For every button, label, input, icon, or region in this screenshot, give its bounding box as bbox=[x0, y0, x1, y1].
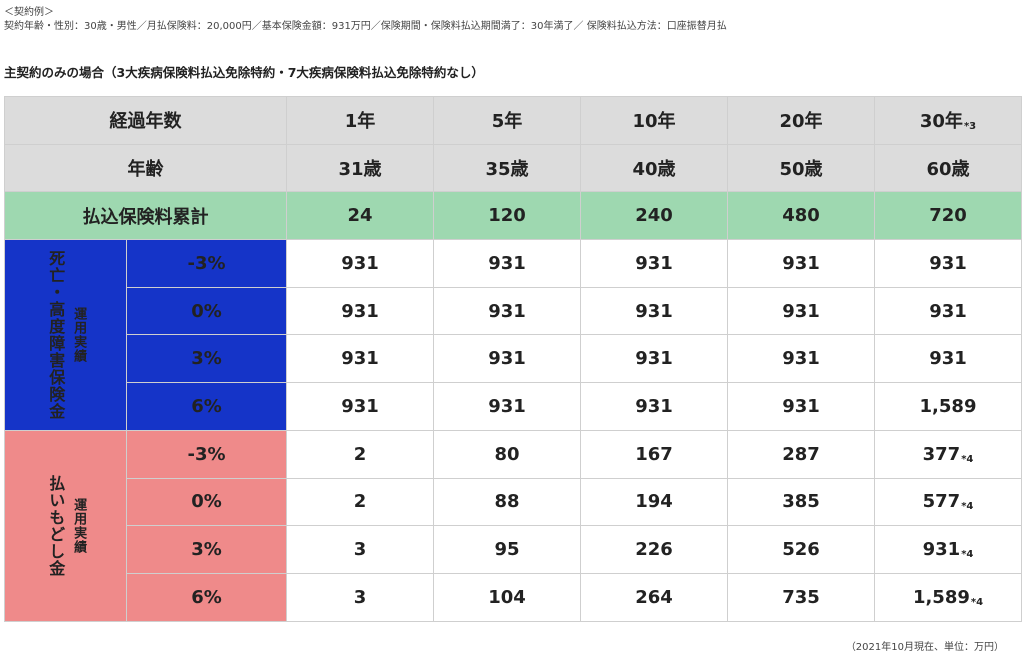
value-cell: 931 bbox=[433, 239, 581, 288]
death-group-label: 死亡・高度障害保険金 運用実績 bbox=[4, 239, 127, 431]
refund-row: 6% 3 104 264 735 1,589*4 bbox=[5, 572, 1022, 622]
premium-cell: 480 bbox=[727, 191, 875, 241]
value-cell: 735 bbox=[727, 572, 875, 622]
refund-group-sub: 運用実績 bbox=[71, 497, 87, 554]
value-cell: 104 bbox=[433, 572, 581, 622]
value-cell: 931 bbox=[874, 286, 1022, 336]
value-cell: 931 bbox=[727, 239, 875, 288]
year-value: 30年 bbox=[919, 111, 963, 133]
value-cell: 167 bbox=[580, 429, 728, 479]
value-cell: 931 bbox=[580, 334, 728, 384]
example-label: ＜契約例＞ bbox=[4, 7, 54, 18]
refund-value: 377 bbox=[922, 443, 961, 465]
year-cell: 5年 bbox=[433, 96, 581, 145]
value-cell: 385 bbox=[727, 477, 875, 527]
value-cell: 526 bbox=[727, 525, 875, 574]
refund-row: 払いもどし金 運用実績 -3% 2 80 167 287 377*4 bbox=[4, 429, 1022, 622]
value-cell: 931 bbox=[580, 239, 728, 288]
value-cell: 931 bbox=[727, 334, 875, 384]
value-cell: 287 bbox=[727, 429, 875, 479]
rate-cell: 6% bbox=[126, 572, 287, 622]
rate-cell: 3% bbox=[126, 525, 287, 574]
value-cell-last: 1,589*4 bbox=[874, 572, 1022, 622]
value-cell: 2 bbox=[286, 429, 434, 479]
value-cell: 931 bbox=[874, 334, 1022, 384]
value-cell: 264 bbox=[580, 572, 728, 622]
age-cell: 40歳 bbox=[580, 143, 728, 193]
age-label: 年齢 bbox=[4, 143, 287, 193]
premium-cell: 240 bbox=[580, 191, 728, 241]
age-cell: 60歳 bbox=[874, 143, 1022, 193]
years-row: 経過年数 1年 5年 10年 20年 30年*3 bbox=[4, 96, 1022, 145]
refund-value: 577 bbox=[922, 491, 961, 513]
value-cell: 80 bbox=[433, 429, 581, 479]
value-cell-last: 931*4 bbox=[874, 525, 1022, 574]
years-label: 経過年数 bbox=[4, 96, 287, 145]
year-cell-last: 30年*3 bbox=[874, 96, 1022, 145]
year-cell: 10年 bbox=[580, 96, 728, 145]
footnote-mark: *4 bbox=[961, 549, 974, 561]
value-cell: 1,589 bbox=[874, 382, 1022, 431]
value-cell: 931 bbox=[286, 239, 434, 288]
value-cell: 931 bbox=[433, 382, 581, 431]
value-cell: 931 bbox=[580, 382, 728, 431]
value-cell: 3 bbox=[286, 525, 434, 574]
death-group-title: 死亡・高度障害保険金 bbox=[46, 249, 66, 420]
value-cell: 226 bbox=[580, 525, 728, 574]
age-row: 年齢 31歳 35歳 40歳 50歳 60歳 bbox=[4, 143, 1022, 193]
death-group-sub: 運用実績 bbox=[71, 306, 87, 363]
unit-note: （2021年10月現在、単位：万円） bbox=[845, 642, 1004, 653]
footnote-mark: *4 bbox=[961, 501, 974, 513]
refund-group-title: 払いもどし金 bbox=[46, 474, 66, 577]
value-cell: 931 bbox=[727, 382, 875, 431]
value-cell: 931 bbox=[580, 286, 728, 336]
benefit-table: 経過年数 1年 5年 10年 20年 30年*3 年齢 31歳 35歳 40歳 … bbox=[4, 96, 1022, 622]
value-cell-last: 577*4 bbox=[874, 477, 1022, 527]
rate-cell: -3% bbox=[126, 429, 287, 479]
value-cell: 931 bbox=[286, 286, 434, 336]
rate-cell: 6% bbox=[126, 382, 287, 431]
age-cell: 50歳 bbox=[727, 143, 875, 193]
rate-cell: 0% bbox=[126, 286, 287, 336]
value-cell-last: 377*4 bbox=[874, 429, 1022, 479]
table-subtitle: 主契約のみの場合（3大疾病保険料払込免除特約・7大疾病保険料払込免除特約なし） bbox=[4, 65, 484, 80]
premium-cell: 720 bbox=[874, 191, 1022, 241]
value-cell: 88 bbox=[433, 477, 581, 527]
value-cell: 931 bbox=[433, 286, 581, 336]
value-cell: 194 bbox=[580, 477, 728, 527]
value-cell: 931 bbox=[727, 286, 875, 336]
value-cell: 931 bbox=[286, 334, 434, 384]
refund-row: 0% 2 88 194 385 577*4 bbox=[5, 477, 1022, 527]
rate-cell: 0% bbox=[126, 477, 287, 527]
death-row: 死亡・高度障害保険金 運用実績 -3% 931 931 931 931 931 bbox=[4, 239, 1022, 431]
death-row: 6% 931 931 931 931 1,589 bbox=[5, 382, 1022, 431]
contract-info: 契約年齢・性別：30歳・男性／月払保険料：20,000円／基本保険金額：931万… bbox=[4, 21, 727, 32]
age-cell: 35歳 bbox=[433, 143, 581, 193]
footnote-mark: *3 bbox=[963, 121, 977, 133]
value-cell: 2 bbox=[286, 477, 434, 527]
value-cell: 3 bbox=[286, 572, 434, 622]
rate-cell: -3% bbox=[126, 239, 287, 288]
age-cell: 31歳 bbox=[286, 143, 434, 193]
value-cell: 931 bbox=[874, 239, 1022, 288]
refund-value: 1,589 bbox=[912, 586, 970, 608]
value-cell: 931 bbox=[286, 382, 434, 431]
value-cell: 931 bbox=[433, 334, 581, 384]
premium-cell: 120 bbox=[433, 191, 581, 241]
death-row: 3% 931 931 931 931 931 bbox=[5, 334, 1022, 384]
value-cell: 95 bbox=[433, 525, 581, 574]
year-cell: 20年 bbox=[727, 96, 875, 145]
refund-group-label: 払いもどし金 運用実績 bbox=[4, 429, 127, 622]
refund-row: 3% 3 95 226 526 931*4 bbox=[5, 525, 1022, 574]
premium-row: 払込保険料累計 24 120 240 480 720 bbox=[4, 191, 1022, 241]
premium-cell: 24 bbox=[286, 191, 434, 241]
premium-label: 払込保険料累計 bbox=[4, 191, 287, 241]
death-row: 0% 931 931 931 931 931 bbox=[5, 286, 1022, 336]
footnote-mark: *4 bbox=[961, 453, 974, 465]
year-cell: 1年 bbox=[286, 96, 434, 145]
rate-cell: 3% bbox=[126, 334, 287, 384]
refund-value: 931 bbox=[922, 539, 961, 561]
footnote-mark: *4 bbox=[970, 596, 984, 608]
